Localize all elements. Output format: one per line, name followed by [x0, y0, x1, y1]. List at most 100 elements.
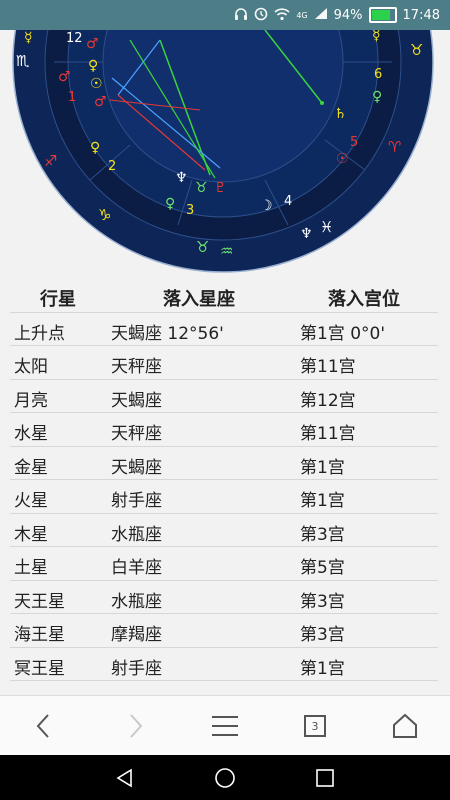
header-sign: 落入星座	[163, 289, 235, 310]
tabs-button[interactable]: 3	[285, 696, 345, 756]
table-row: 月亮 天蝎座 第12宫	[10, 380, 438, 413]
mercury-icon-right: ☿	[372, 30, 381, 44]
home-icon	[393, 713, 417, 738]
planet-sign: 摩羯座	[111, 625, 162, 645]
planet-name: 冥王星	[14, 658, 65, 679]
planet-house: 第5宫	[300, 558, 345, 578]
neptune-icon-outer: ♆	[300, 226, 313, 242]
house-number-3: 3	[186, 203, 194, 218]
planet-house: 第11宫	[300, 424, 356, 444]
planet-house: 第3宫	[300, 625, 345, 645]
table-row: 上升点 天蝎座 12°56' 第1宫 0°0'	[10, 313, 438, 346]
sun-icon: ☉	[90, 76, 103, 92]
mercury-icon-outer: ☿	[24, 30, 33, 46]
taurus-icon: ♉	[410, 41, 423, 59]
taurus-icon-lower: ♉	[196, 238, 209, 256]
circle-home-icon	[215, 767, 235, 788]
table-row: 土星 白羊座 第5宫	[10, 547, 438, 581]
wifi-icon	[274, 7, 290, 24]
house-number-5: 5	[350, 135, 358, 150]
planet-sign: 射手座	[111, 491, 162, 511]
saturn-icon: ♄	[334, 106, 347, 122]
house-number-1: 1	[68, 90, 76, 105]
planet-sign: 射手座	[111, 658, 162, 679]
table-header: 行星 落入星座 落入宫位	[10, 279, 438, 313]
capricorn-icon: ♑	[98, 206, 111, 224]
sagittarius-icon: ♐	[44, 152, 57, 170]
planet-name: 水星	[14, 424, 48, 444]
menu-button[interactable]	[195, 696, 255, 756]
planet-name: 金星	[14, 457, 48, 478]
triangle-back-icon	[116, 768, 132, 787]
venus-icon-outer: ♀	[90, 140, 100, 156]
planet-sign: 水瓶座	[111, 591, 162, 612]
planet-name: 海王星	[14, 625, 65, 645]
planet-house: 第1宫	[300, 457, 345, 478]
moon-icon: ☽	[260, 198, 273, 214]
planet-sign: 天秤座	[111, 424, 162, 444]
sun-icon-red: ☉	[336, 151, 349, 167]
system-recents-button[interactable]	[295, 755, 355, 800]
planet-table: 行星 落入星座 落入宫位 上升点 天蝎座 12°56' 第1宫 0°0' 太阳 天秤座…	[10, 279, 438, 681]
forward-button[interactable]	[105, 696, 165, 756]
planet-house: 第1宫	[300, 658, 345, 679]
chevron-left-icon	[36, 714, 49, 738]
data-saver-icon	[254, 7, 268, 24]
planet-sign: 白羊座	[111, 558, 162, 578]
planet-name: 天王星	[14, 591, 65, 612]
planet-house: 第1宫	[300, 491, 345, 511]
square-recents-icon	[316, 768, 334, 787]
planet-name: 太阳	[14, 357, 48, 377]
planet-name: 木星	[14, 524, 48, 545]
planet-house: 第3宫	[300, 524, 345, 545]
planet-house: 第12宫	[300, 390, 356, 411]
hamburger-menu-icon	[212, 716, 238, 736]
mars-icon-outer: ♂	[58, 69, 71, 85]
pluto-icon: ♇	[214, 180, 227, 196]
planet-house: 第11宫	[300, 357, 356, 377]
chevron-right-icon	[130, 714, 143, 738]
header-planet: 行星	[40, 289, 76, 310]
clock: 17:48	[402, 7, 440, 23]
signal-label: 4G	[296, 10, 308, 20]
system-home-button[interactable]	[195, 755, 255, 800]
planet-sign: 天蝎座 12°56'	[111, 323, 224, 344]
house-number-2: 2	[108, 159, 116, 174]
battery-percent: 94%	[333, 7, 363, 23]
house-number-12: 12	[66, 31, 83, 46]
status-bar: 4G 94% 17:48	[0, 0, 450, 30]
aquarius-icon: ♒	[220, 242, 233, 260]
mars-icon-top: ♂	[86, 36, 99, 52]
back-button[interactable]	[14, 696, 74, 756]
taurus-small-icon: ♉	[195, 180, 208, 196]
home-button[interactable]	[375, 696, 435, 756]
cell-signal-icon	[314, 7, 328, 23]
scorpio-icon: ♏	[16, 52, 30, 70]
table-row: 冥王星 射手座 第1宫	[10, 648, 438, 681]
table-row: 金星 天蝎座 第1宫	[10, 447, 438, 480]
planet-sign: 天蝎座	[111, 390, 162, 411]
battery-level-fill	[371, 10, 391, 20]
planet-sign: 水瓶座	[111, 524, 162, 545]
battery-icon	[368, 7, 397, 23]
headphones-icon	[234, 7, 248, 24]
planet-name: 月亮	[14, 390, 48, 411]
table-row: 水星 天秤座 第11宫	[10, 413, 438, 447]
planet-name: 火星	[14, 491, 48, 511]
table-row: 火星 射手座 第1宫	[10, 480, 438, 514]
house-number-4: 4	[284, 194, 292, 209]
planet-name: 上升点	[14, 323, 65, 344]
table-row: 海王星 摩羯座 第3宫	[10, 614, 438, 648]
house-number-6: 6	[374, 67, 382, 82]
neptune-icon: ♆	[175, 170, 188, 186]
aries-icon: ♈	[388, 138, 401, 156]
browser-nav-bar: 3	[0, 695, 450, 756]
tab-count: 3	[311, 719, 319, 733]
table-row: 天王星 水瓶座 第3宫	[10, 581, 438, 614]
natal-chart-wheel: 12 1 2 3 4 5 6 ♏ ♐ ♑ ♉ ♒ ♓ ♈ ♉ ☿ ♂ ♀ ☉ ♂…	[12, 30, 434, 273]
system-back-button[interactable]	[95, 755, 155, 800]
pisces-icon: ♓	[320, 218, 333, 236]
planet-house: 第3宫	[300, 591, 345, 612]
planet-sign: 天秤座	[111, 357, 162, 377]
mars-icon: ♂	[94, 94, 107, 110]
